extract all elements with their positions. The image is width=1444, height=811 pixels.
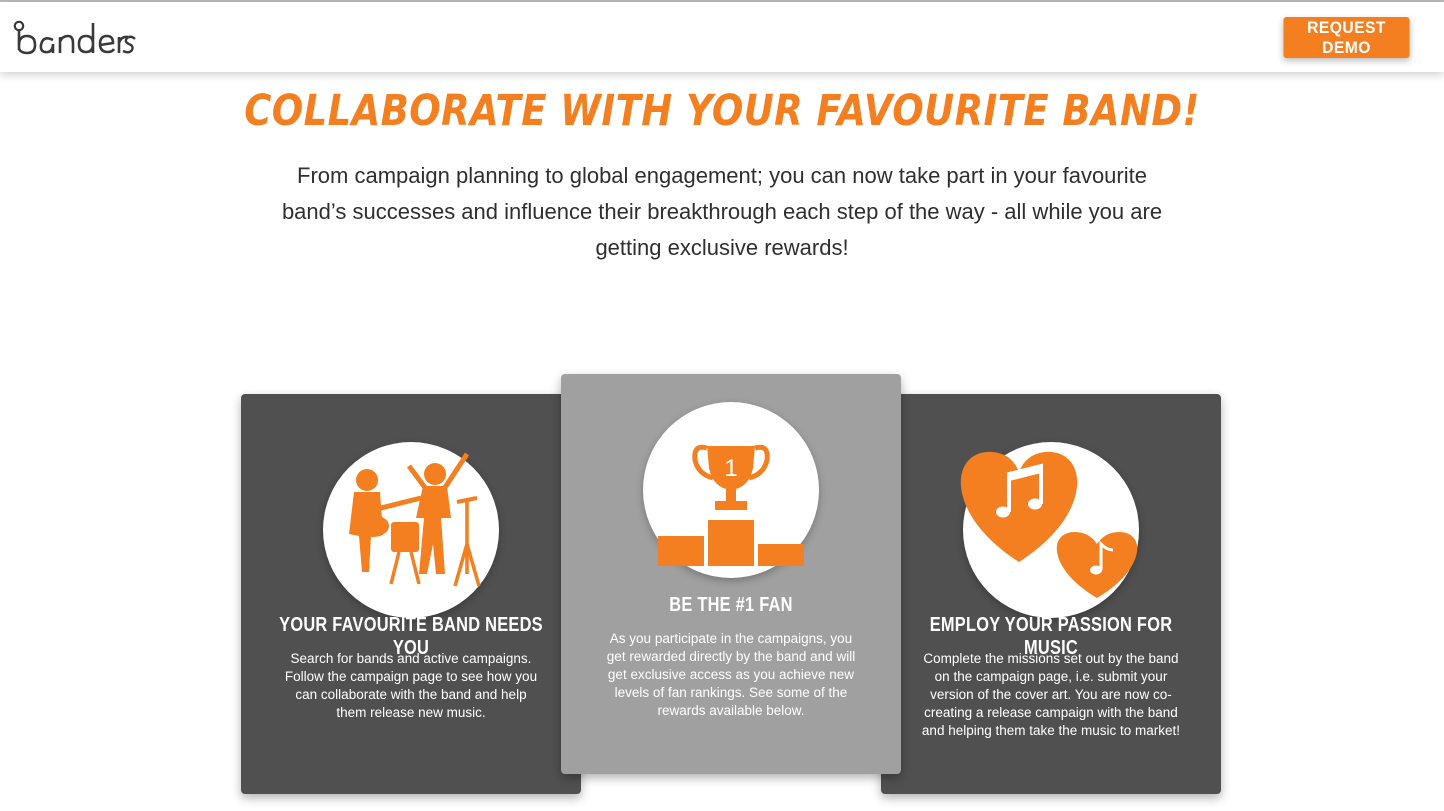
band-icon: [349, 452, 481, 587]
card-title: BE THE #1 FAN: [669, 594, 793, 616]
banders-logo-mark: banders: [13, 20, 136, 55]
feature-card-passion-for-music: EMPLOY YOUR PASSION FOR MUSIC Complete t…: [881, 394, 1221, 794]
page-headline: COLLABORATE WITH YOUR FAVOURITE BAND!: [244, 86, 1200, 136]
banders-logo[interactable]: banders: [12, 18, 136, 60]
feature-card-band-needs-you: YOUR FAVOURITE BAND NEEDS YOU Search for…: [241, 394, 581, 794]
music-hearts-icon: [960, 451, 1138, 598]
site-header: banders REQUEST DEMO: [0, 2, 1444, 72]
request-demo-button[interactable]: REQUEST DEMO: [1283, 17, 1410, 58]
trophy-number: 1: [724, 455, 737, 482]
card-description: Search for bands and active campaigns. F…: [284, 651, 538, 720]
card-description: As you participate in the campaigns, you…: [606, 631, 856, 718]
feature-card-number-one-fan: 1 BE THE #1 FAN As you participate in th…: [561, 374, 901, 774]
card-description: Complete the missions set out by the ban…: [921, 651, 1181, 738]
intro-paragraph: From campaign planning to global engagem…: [281, 163, 1163, 260]
trophy-podium-icon: 1: [658, 444, 804, 566]
